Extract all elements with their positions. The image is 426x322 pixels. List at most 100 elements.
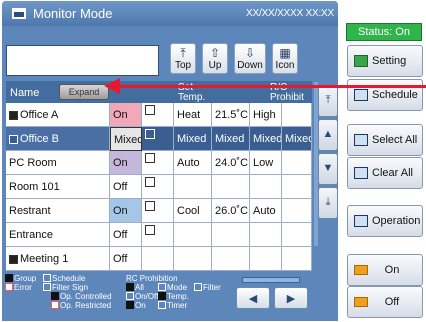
set-temp-value: 21.5˚C [212,103,250,127]
annotation-arrow-line [118,85,426,88]
title-bar: Monitor Mode XX/XX/XXXX XX:XX [2,1,338,26]
rc-prohibit-value [282,247,312,271]
table-row[interactable]: Meeting 1 Off [6,247,312,271]
group-icon [9,110,18,120]
table-row[interactable]: Office B Mixed Mixed Mixed Mixed Mixed [6,127,312,151]
unit-name: PC Room [6,151,110,175]
fan-value [250,175,282,199]
on-label: On [384,264,400,276]
scroll-down-button[interactable]: ▼ [318,153,338,185]
table-row[interactable]: Restrant On Cool 26.0˚C Auto [6,199,312,223]
legend-rc-prohibition: RC Prohibition [126,274,178,283]
scroll-right-button[interactable]: ▶ [274,287,308,309]
window-icon [12,8,26,19]
legend-temp: Temp. [158,292,189,301]
group-icon [5,274,13,282]
status-icons [142,103,174,127]
unit-name: Restrant [6,199,110,223]
operation-label: Operation [372,215,421,227]
left-arrow-icon: ◀ [248,293,258,305]
mode-value [174,223,212,247]
off-label: Off [384,296,400,308]
scroll-top-button[interactable]: ⤒ [318,85,338,117]
legend-filter-sign: Filter Sign [43,283,88,292]
mode-value: Heat [174,103,212,127]
table-row[interactable]: Entrance Off [6,223,312,247]
unit-name: Room 101 [6,175,110,199]
message-display [6,45,159,76]
icon-label: Icon [275,60,295,71]
status-badge: Status: On [346,23,422,41]
onoff-status: Off [110,175,142,199]
set-temp-value [212,247,250,271]
all-icon [126,283,134,291]
down-button[interactable]: ⇩ Down [234,43,266,74]
scroll-up-button[interactable]: ▲ [318,119,338,151]
onoff-status: Off [110,223,142,247]
up-icon: ▲ [322,128,334,140]
off-button[interactable]: Off [347,286,423,318]
top-button[interactable]: ⤒ Top [170,43,196,74]
legend-group: Group [5,274,36,283]
up-button[interactable]: ⇧ Up [202,43,228,74]
legend-mode: Mode [158,283,187,292]
fan-value [250,223,282,247]
monitor-panel: Monitor Mode XX/XX/XXXX XX:XX ⤒ Top ⇧ Up… [2,1,338,321]
operation-button[interactable]: Operation [347,205,423,237]
schedule-label: Schedule [372,89,418,101]
setting-button[interactable]: Setting [347,45,423,77]
table-row[interactable]: Room 101 Off [6,175,312,199]
onoff-status: Off [110,247,142,271]
double-up-icon: ⤒ [325,94,331,106]
mode-value: Mixed [174,127,212,151]
legend-onoff: On/Off [126,292,158,301]
fan-value: Mixed [250,127,282,151]
on-icon [126,301,134,309]
fan-value: Auto [250,199,282,223]
window-title: Monitor Mode [33,6,113,21]
group-icon [9,254,18,264]
status-icons [142,151,174,175]
schedule-button[interactable]: Schedule [347,79,423,111]
legend-op-controlled: Op. Controlled [51,292,112,301]
setting-label: Setting [372,55,407,67]
unit-name-text: Entrance [9,229,54,241]
right-arrow-icon: ▶ [286,293,296,305]
schedule-icon [145,105,155,115]
expand-button[interactable]: Expand [59,84,109,100]
table-row[interactable]: Office A On Heat 21.5˚C High [6,103,312,127]
filter-icon [194,283,202,291]
status-icons [142,223,174,247]
unit-name: Office A [6,103,110,127]
scroll-bottom-button[interactable]: ⤓ [318,187,338,219]
schedule-icon [43,274,51,282]
set-temp-value [212,223,250,247]
select-all-button[interactable]: Select All [347,124,423,156]
annotation-arrow-head [104,78,120,94]
clear-all-button[interactable]: Clear All [347,157,423,189]
mode-icon [158,283,166,291]
icon-view-button[interactable]: ▦ Icon [272,43,298,74]
down-label: Down [237,60,263,71]
legend-error: Error [5,283,32,292]
mode-value [174,175,212,199]
unit-name-text: Meeting 1 [20,253,69,265]
rc-prohibit-value [282,103,312,127]
op-controlled-icon [51,292,59,300]
onoff-icon [126,292,134,300]
unit-name-text: PC Room [9,157,57,169]
rc-prohibit-value [282,151,312,175]
rc-prohibit-value [282,223,312,247]
fan-value [250,247,282,271]
on-button[interactable]: On [347,254,423,286]
temp-icon [158,292,166,300]
up-label: Up [208,60,222,71]
schedule-icon [145,177,155,187]
top-arrow-icon: ⤒ [180,46,186,60]
legend-timer: Timer [158,301,187,310]
table-row[interactable]: PC Room On Auto 24.0˚C Low [6,151,312,175]
horizontal-scrollbar[interactable] [242,277,300,283]
date-time: XX/XX/XXXX XX:XX [246,8,334,19]
scroll-left-button[interactable]: ◀ [236,287,270,309]
onoff-status: On [110,199,142,223]
